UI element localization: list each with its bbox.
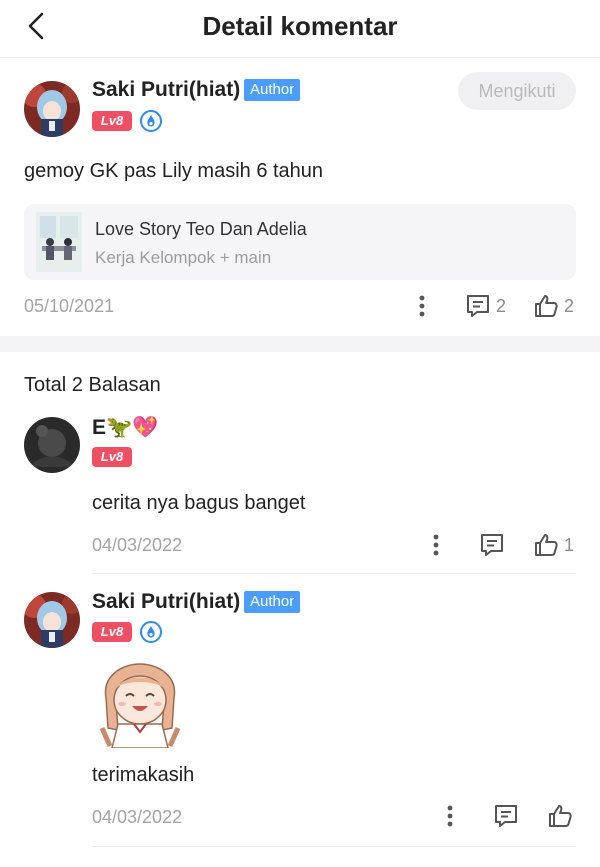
reply-divider — [92, 573, 576, 574]
vip-icon — [147, 115, 155, 127]
more-button[interactable] — [424, 531, 448, 559]
sticker-image — [92, 658, 188, 748]
like-icon — [535, 295, 558, 317]
level-badge: Lv8 — [92, 622, 132, 642]
like-icon — [549, 805, 572, 827]
book-chapter: Kerja Kelompok + main — [95, 248, 272, 267]
vip-badge — [140, 621, 162, 643]
author-badge: Author — [244, 591, 301, 613]
more-icon — [447, 805, 453, 827]
reply-button[interactable] — [464, 292, 492, 320]
like-button[interactable] — [546, 802, 574, 830]
level-badge: Lv8 — [92, 111, 132, 131]
comment-icon — [481, 534, 503, 556]
like-icon — [535, 534, 558, 556]
vip-icon — [147, 626, 155, 638]
reply-date: 04/03/2022 — [92, 535, 183, 555]
comment-icon — [467, 295, 489, 317]
reply-username[interactable]: E🦖💖 — [92, 416, 158, 440]
page-title: Detail komentar — [202, 11, 398, 41]
reply-button[interactable] — [492, 802, 520, 830]
more-button[interactable] — [410, 292, 434, 320]
comment-text: gemoy GK pas Lily masih 6 tahun — [24, 160, 324, 182]
reply-button[interactable] — [478, 531, 506, 559]
like-count: 1 — [564, 535, 575, 555]
replies-total: Total 2 Balasan — [24, 374, 161, 396]
comment-username[interactable]: Saki Putri(hiat) — [92, 78, 240, 102]
reply-divider — [92, 846, 576, 847]
author-badge: Author — [244, 79, 301, 101]
book-title: Love Story Teo Dan Adelia — [95, 219, 307, 239]
more-icon — [419, 295, 425, 317]
like-count: 2 — [564, 296, 575, 316]
reply-text: cerita nya bagus banget — [92, 492, 306, 514]
reply-count: 2 — [496, 296, 507, 316]
reply-date: 04/03/2022 — [92, 807, 183, 827]
avatar[interactable] — [24, 81, 80, 137]
section-divider — [0, 336, 600, 352]
avatar[interactable] — [24, 592, 80, 648]
comment-icon — [495, 805, 517, 827]
follow-button[interactable]: Mengikuti — [458, 72, 576, 110]
avatar[interactable] — [24, 417, 80, 473]
like-button[interactable] — [532, 531, 560, 559]
vip-badge — [140, 110, 162, 132]
comment-date: 05/10/2021 — [24, 296, 115, 316]
level-badge: Lv8 — [92, 447, 132, 467]
book-cover — [36, 212, 82, 272]
more-icon — [433, 534, 439, 556]
like-button[interactable] — [532, 292, 560, 320]
book-card[interactable]: Love Story Teo Dan Adelia Kerja Kelompok… — [24, 204, 576, 280]
reply-text: terimakasih — [92, 764, 195, 786]
more-button[interactable] — [438, 802, 462, 830]
top-bar: Detail komentar — [0, 0, 600, 58]
reply-username[interactable]: Saki Putri(hiat) — [92, 590, 240, 614]
